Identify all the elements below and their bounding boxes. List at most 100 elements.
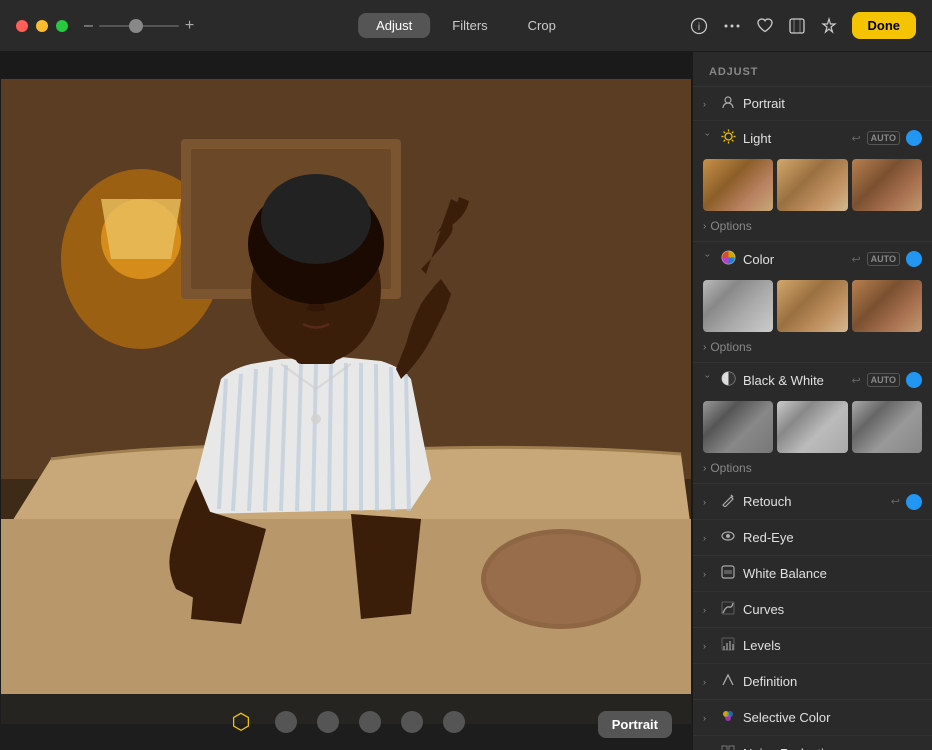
slider-track[interactable] <box>99 25 179 27</box>
right-panel: ADJUST › Portrait › Light ↩ AUTO <box>692 52 932 750</box>
portrait-label-button[interactable]: Portrait <box>598 711 672 738</box>
color-toggle[interactable] <box>906 251 922 267</box>
whitebalance-icon <box>719 565 737 582</box>
circle-tool-4[interactable] <box>401 711 423 733</box>
bw-options-row: › Options <box>693 459 932 483</box>
chevron-definition-icon: › <box>703 677 713 687</box>
slider-thumb[interactable] <box>129 19 143 33</box>
retouch-toggle[interactable] <box>906 494 922 510</box>
hex-tool-button[interactable]: ⬡ <box>227 708 255 736</box>
circle-tool-2[interactable] <box>317 711 339 733</box>
redeye-title: Red-Eye <box>743 530 922 545</box>
more-button[interactable] <box>722 17 742 35</box>
section-light-row[interactable]: › Light ↩ AUTO <box>693 121 932 155</box>
retouch-reset-icon[interactable]: ↩ <box>891 495 900 508</box>
circle-tool-3[interactable] <box>359 711 381 733</box>
circle-tool-5[interactable] <box>443 711 465 733</box>
frame-button[interactable] <box>788 17 806 35</box>
slider-minus-icon[interactable]: – <box>84 17 93 35</box>
section-light: › Light ↩ AUTO › Options <box>693 121 932 242</box>
photo-area: ⬡ Portrait <box>0 52 692 750</box>
retouch-title: Retouch <box>743 494 885 509</box>
done-button[interactable]: Done <box>852 12 917 39</box>
selectivecolor-title: Selective Color <box>743 710 922 725</box>
color-actions: ↩ AUTO <box>851 251 922 267</box>
noisereduction-icon <box>719 745 737 750</box>
section-curves[interactable]: › Curves <box>693 592 932 628</box>
minimize-button[interactable] <box>36 20 48 32</box>
color-thumb-3[interactable] <box>852 280 922 332</box>
maximize-button[interactable] <box>56 20 68 32</box>
magic-button[interactable] <box>820 17 838 35</box>
bw-options-label[interactable]: › Options <box>703 461 922 475</box>
curves-title: Curves <box>743 602 922 617</box>
close-button[interactable] <box>16 20 28 32</box>
noisereduction-title: Noise Reduction <box>743 746 922 750</box>
bw-toggle[interactable] <box>906 372 922 388</box>
section-light-title: Light <box>743 131 845 146</box>
tab-adjust[interactable]: Adjust <box>358 13 430 38</box>
chevron-whitebalance-icon: › <box>703 569 713 579</box>
bw-thumb-1[interactable] <box>703 401 773 453</box>
bw-thumb-2[interactable] <box>777 401 847 453</box>
bw-icon <box>719 371 737 389</box>
light-thumb-1[interactable] <box>703 159 773 211</box>
chevron-color-icon: › <box>703 254 713 264</box>
main-content: ⬡ Portrait ADJUST › Portrait › <box>0 52 932 750</box>
tab-filters[interactable]: Filters <box>434 13 505 38</box>
bw-auto-badge[interactable]: AUTO <box>867 373 900 387</box>
titlebar: – + Adjust Filters Crop i <box>0 0 932 52</box>
light-icon <box>719 129 737 147</box>
levels-icon <box>719 637 737 654</box>
definition-title: Definition <box>743 674 922 689</box>
portrait-icon <box>719 95 737 112</box>
color-thumbnails <box>693 276 932 338</box>
light-thumb-2[interactable] <box>777 159 847 211</box>
whitebalance-title: White Balance <box>743 566 922 581</box>
bw-reset-icon[interactable]: ↩ <box>851 374 860 387</box>
light-toggle[interactable] <box>906 130 922 146</box>
section-portrait-title: Portrait <box>743 96 922 111</box>
color-options-label[interactable]: › Options <box>703 340 922 354</box>
light-reset-icon[interactable]: ↩ <box>851 132 860 145</box>
light-options-label[interactable]: › Options <box>703 219 922 233</box>
circle-tool-1[interactable] <box>275 711 297 733</box>
color-thumb-2[interactable] <box>777 280 847 332</box>
chevron-levels-icon: › <box>703 641 713 651</box>
light-thumbnails <box>693 155 932 217</box>
section-definition[interactable]: › Definition <box>693 664 932 700</box>
color-reset-icon[interactable]: ↩ <box>851 253 860 266</box>
chevron-redeye-icon: › <box>703 533 713 543</box>
section-retouch[interactable]: › Retouch ↩ <box>693 484 932 520</box>
bw-thumb-3[interactable] <box>852 401 922 453</box>
brightness-slider[interactable]: – + <box>84 17 194 35</box>
retouch-icon <box>719 493 737 510</box>
section-selectivecolor[interactable]: › Selective Color <box>693 700 932 736</box>
section-color: › Color ↩ AUTO › Options <box>693 242 932 363</box>
light-thumb-3[interactable] <box>852 159 922 211</box>
section-bw-row[interactable]: › Black & White ↩ AUTO <box>693 363 932 397</box>
section-bw-title: Black & White <box>743 373 845 388</box>
section-noisereduction[interactable]: › Noise Reduction <box>693 736 932 750</box>
slider-plus-icon[interactable]: + <box>185 17 194 35</box>
photo-toolbar: ⬡ Portrait <box>0 694 692 750</box>
tab-crop[interactable]: Crop <box>510 13 574 38</box>
light-auto-badge[interactable]: AUTO <box>867 131 900 145</box>
color-auto-badge[interactable]: AUTO <box>867 252 900 266</box>
info-button[interactable]: i <box>690 17 708 35</box>
svg-text:i: i <box>697 22 699 33</box>
section-whitebalance[interactable]: › White Balance <box>693 556 932 592</box>
retouch-actions: ↩ <box>891 494 922 510</box>
chevron-selectivecolor-icon: › <box>703 713 713 723</box>
section-color-row[interactable]: › Color ↩ AUTO <box>693 242 932 276</box>
section-portrait-row[interactable]: › Portrait <box>693 87 932 120</box>
color-thumb-1[interactable] <box>703 280 773 332</box>
curves-icon <box>719 601 737 618</box>
photo-image <box>0 52 692 750</box>
section-redeye[interactable]: › Red-Eye <box>693 520 932 556</box>
favorite-button[interactable] <box>756 17 774 35</box>
section-levels[interactable]: › Levels <box>693 628 932 664</box>
chevron-portrait-icon: › <box>703 99 713 109</box>
chevron-retouch-icon: › <box>703 497 713 507</box>
titlebar-right: i Done <box>690 12 917 39</box>
